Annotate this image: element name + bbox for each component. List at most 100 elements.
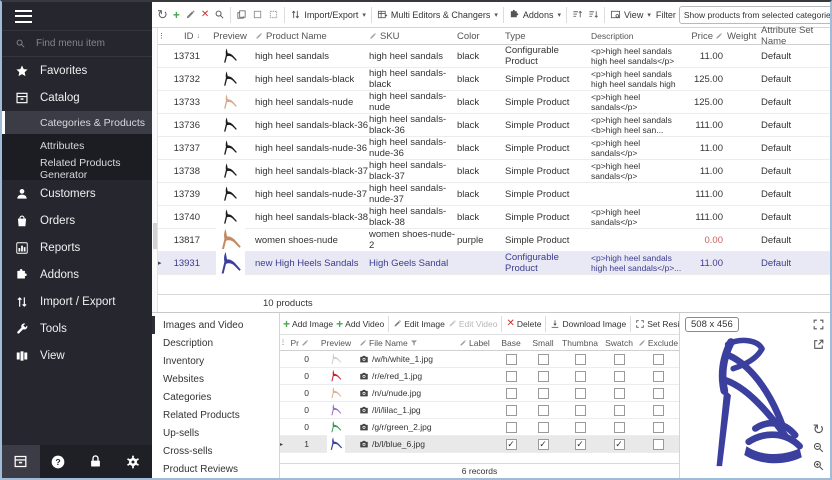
- table-row[interactable]: ▸ 13931 new High Heels Sandals High Geel…: [158, 252, 830, 275]
- table-row[interactable]: 13738 high heel sandals-black-37 high he…: [158, 160, 830, 183]
- multi-editors-button[interactable]: Multi Editors & Changers▾: [375, 7, 500, 22]
- edit-image-button[interactable]: Edit Image: [392, 318, 446, 330]
- swatch-checkbox[interactable]: [614, 388, 625, 399]
- column-header-exclude[interactable]: Exclude: [637, 338, 679, 348]
- thumbnail-checkbox[interactable]: [575, 354, 586, 365]
- column-header-thumbnail[interactable]: Thumbna: [559, 338, 601, 348]
- swatch-checkbox[interactable]: [614, 439, 625, 450]
- sidebar-subitem[interactable]: Related Products Generator: [2, 157, 152, 180]
- detail-tab[interactable]: Inventory: [152, 352, 279, 370]
- small-checkbox[interactable]: [538, 371, 549, 382]
- column-header-color[interactable]: Color: [457, 31, 505, 42]
- edit-product-button[interactable]: [183, 7, 198, 22]
- table-row[interactable]: 13817 women shoes-nude women shoes-nude-…: [158, 229, 830, 252]
- zoom-in-icon[interactable]: [812, 459, 825, 472]
- add-image-button[interactable]: +Add Image: [282, 317, 334, 331]
- sidebar-item-orders[interactable]: Orders: [2, 207, 152, 234]
- zoom-out-icon[interactable]: [812, 441, 825, 454]
- fit-to-screen-icon[interactable]: [812, 318, 825, 331]
- add-video-button[interactable]: +Add Video: [335, 317, 385, 331]
- image-row[interactable]: ▸ 1 /b/l/blue_6.jpg: [280, 436, 679, 453]
- sidebar-item-reports[interactable]: Reports: [2, 234, 152, 261]
- column-header-preview[interactable]: Preview: [205, 31, 255, 42]
- base-checkbox[interactable]: [506, 405, 517, 416]
- addons-button[interactable]: Addons▾: [507, 7, 563, 22]
- table-row[interactable]: 13740 high heel sandals-black-38 high he…: [158, 206, 830, 229]
- small-checkbox[interactable]: [538, 388, 549, 399]
- exclude-checkbox[interactable]: [653, 354, 664, 365]
- base-checkbox[interactable]: [506, 439, 517, 450]
- base-checkbox[interactable]: [506, 371, 517, 382]
- exclude-checkbox[interactable]: [653, 439, 664, 450]
- base-checkbox[interactable]: [506, 354, 517, 365]
- delete-image-button[interactable]: ✕Delete: [505, 318, 542, 330]
- help-button[interactable]: [40, 445, 78, 478]
- menu-search-input[interactable]: [34, 37, 134, 50]
- small-checkbox[interactable]: [538, 405, 549, 416]
- column-header-label[interactable]: Label: [459, 338, 495, 348]
- refresh-button[interactable]: ↻: [155, 5, 170, 25]
- sidebar-item-import-export[interactable]: Import / Export: [2, 288, 152, 315]
- filter-select[interactable]: Show products from selected categories ▾: [679, 6, 830, 24]
- image-row[interactable]: 0 /g/r/green_2.jpg: [280, 419, 679, 436]
- column-header-preview[interactable]: Preview: [313, 338, 359, 348]
- column-header-id[interactable]: ID↓: [167, 31, 205, 42]
- import-export-button[interactable]: Import/Export▾: [288, 7, 368, 22]
- small-checkbox[interactable]: [538, 354, 549, 365]
- column-header-small[interactable]: Small: [527, 338, 559, 348]
- column-header-weight[interactable]: Weight: [723, 31, 759, 42]
- exclude-checkbox[interactable]: [653, 371, 664, 382]
- column-header-product-name[interactable]: Product Name: [255, 31, 369, 42]
- sort-desc-button[interactable]: [586, 7, 601, 22]
- table-row[interactable]: 13731 high heel sandals high heel sandal…: [158, 45, 830, 68]
- delete-product-button[interactable]: ✕: [199, 8, 211, 22]
- image-row[interactable]: 0 /n/u/nude.jpg: [280, 385, 679, 402]
- sidebar-item-catalog[interactable]: Catalog: [2, 84, 152, 111]
- exclude-checkbox[interactable]: [653, 388, 664, 399]
- add-product-button[interactable]: +: [171, 7, 182, 23]
- settings-button[interactable]: [115, 445, 153, 478]
- exclude-checkbox[interactable]: [653, 422, 664, 433]
- detail-tab[interactable]: Images and Video: [152, 316, 279, 334]
- rotate-icon[interactable]: ↻: [813, 422, 825, 436]
- hamburger-menu-icon[interactable]: [15, 10, 32, 23]
- detail-tab[interactable]: Up-sells: [152, 424, 279, 442]
- sort-az-button[interactable]: [570, 7, 585, 22]
- column-header-file-name[interactable]: File Name: [359, 338, 459, 348]
- sidebar-search[interactable]: [2, 30, 152, 57]
- download-image-button[interactable]: Download Image: [549, 318, 627, 330]
- copy-button[interactable]: [234, 7, 249, 22]
- detail-tab[interactable]: Description: [152, 334, 279, 352]
- sidebar-subitem[interactable]: Attributes: [2, 134, 152, 157]
- column-header-attribute-set[interactable]: Attribute Set Name: [759, 25, 830, 47]
- set-resize-rule-button[interactable]: Set Resize Rule: [634, 318, 679, 330]
- thumbnail-checkbox[interactable]: [575, 405, 586, 416]
- table-row[interactable]: 13733 high heel sandals-nude high heel s…: [158, 91, 830, 114]
- detail-tab[interactable]: Categories: [152, 388, 279, 406]
- table-row[interactable]: 13736 high heel sandals-black-36 high he…: [158, 114, 830, 137]
- sidebar-item-addons[interactable]: Addons: [2, 261, 152, 288]
- bottom-catalog-button[interactable]: [2, 445, 40, 478]
- sidebar-item-favorites[interactable]: Favorites: [2, 57, 152, 84]
- thumbnail-checkbox[interactable]: [575, 371, 586, 382]
- table-row[interactable]: 13739 high heel sandals-nude-37 high hee…: [158, 183, 830, 206]
- detail-tab[interactable]: Related Products: [152, 406, 279, 424]
- exclude-checkbox[interactable]: [653, 405, 664, 416]
- thumbnail-checkbox[interactable]: [575, 422, 586, 433]
- sidebar-item-customers[interactable]: Customers: [2, 180, 152, 207]
- column-header-pr[interactable]: Pr: [289, 338, 313, 348]
- base-checkbox[interactable]: [506, 422, 517, 433]
- column-header-base[interactable]: Base: [495, 338, 527, 348]
- select-button[interactable]: [250, 7, 265, 22]
- small-checkbox[interactable]: [538, 422, 549, 433]
- swatch-checkbox[interactable]: [614, 371, 625, 382]
- thumbnail-checkbox[interactable]: [575, 439, 586, 450]
- column-header-price[interactable]: Price: [683, 31, 723, 42]
- table-row[interactable]: 13732 high heel sandals-black high heel …: [158, 68, 830, 91]
- search-products-button[interactable]: [212, 7, 227, 22]
- sidebar-item-view[interactable]: View: [2, 342, 152, 369]
- swatch-checkbox[interactable]: [614, 405, 625, 416]
- paste-special-button[interactable]: [266, 7, 281, 22]
- base-checkbox[interactable]: [506, 388, 517, 399]
- column-header-type[interactable]: Type: [505, 31, 591, 42]
